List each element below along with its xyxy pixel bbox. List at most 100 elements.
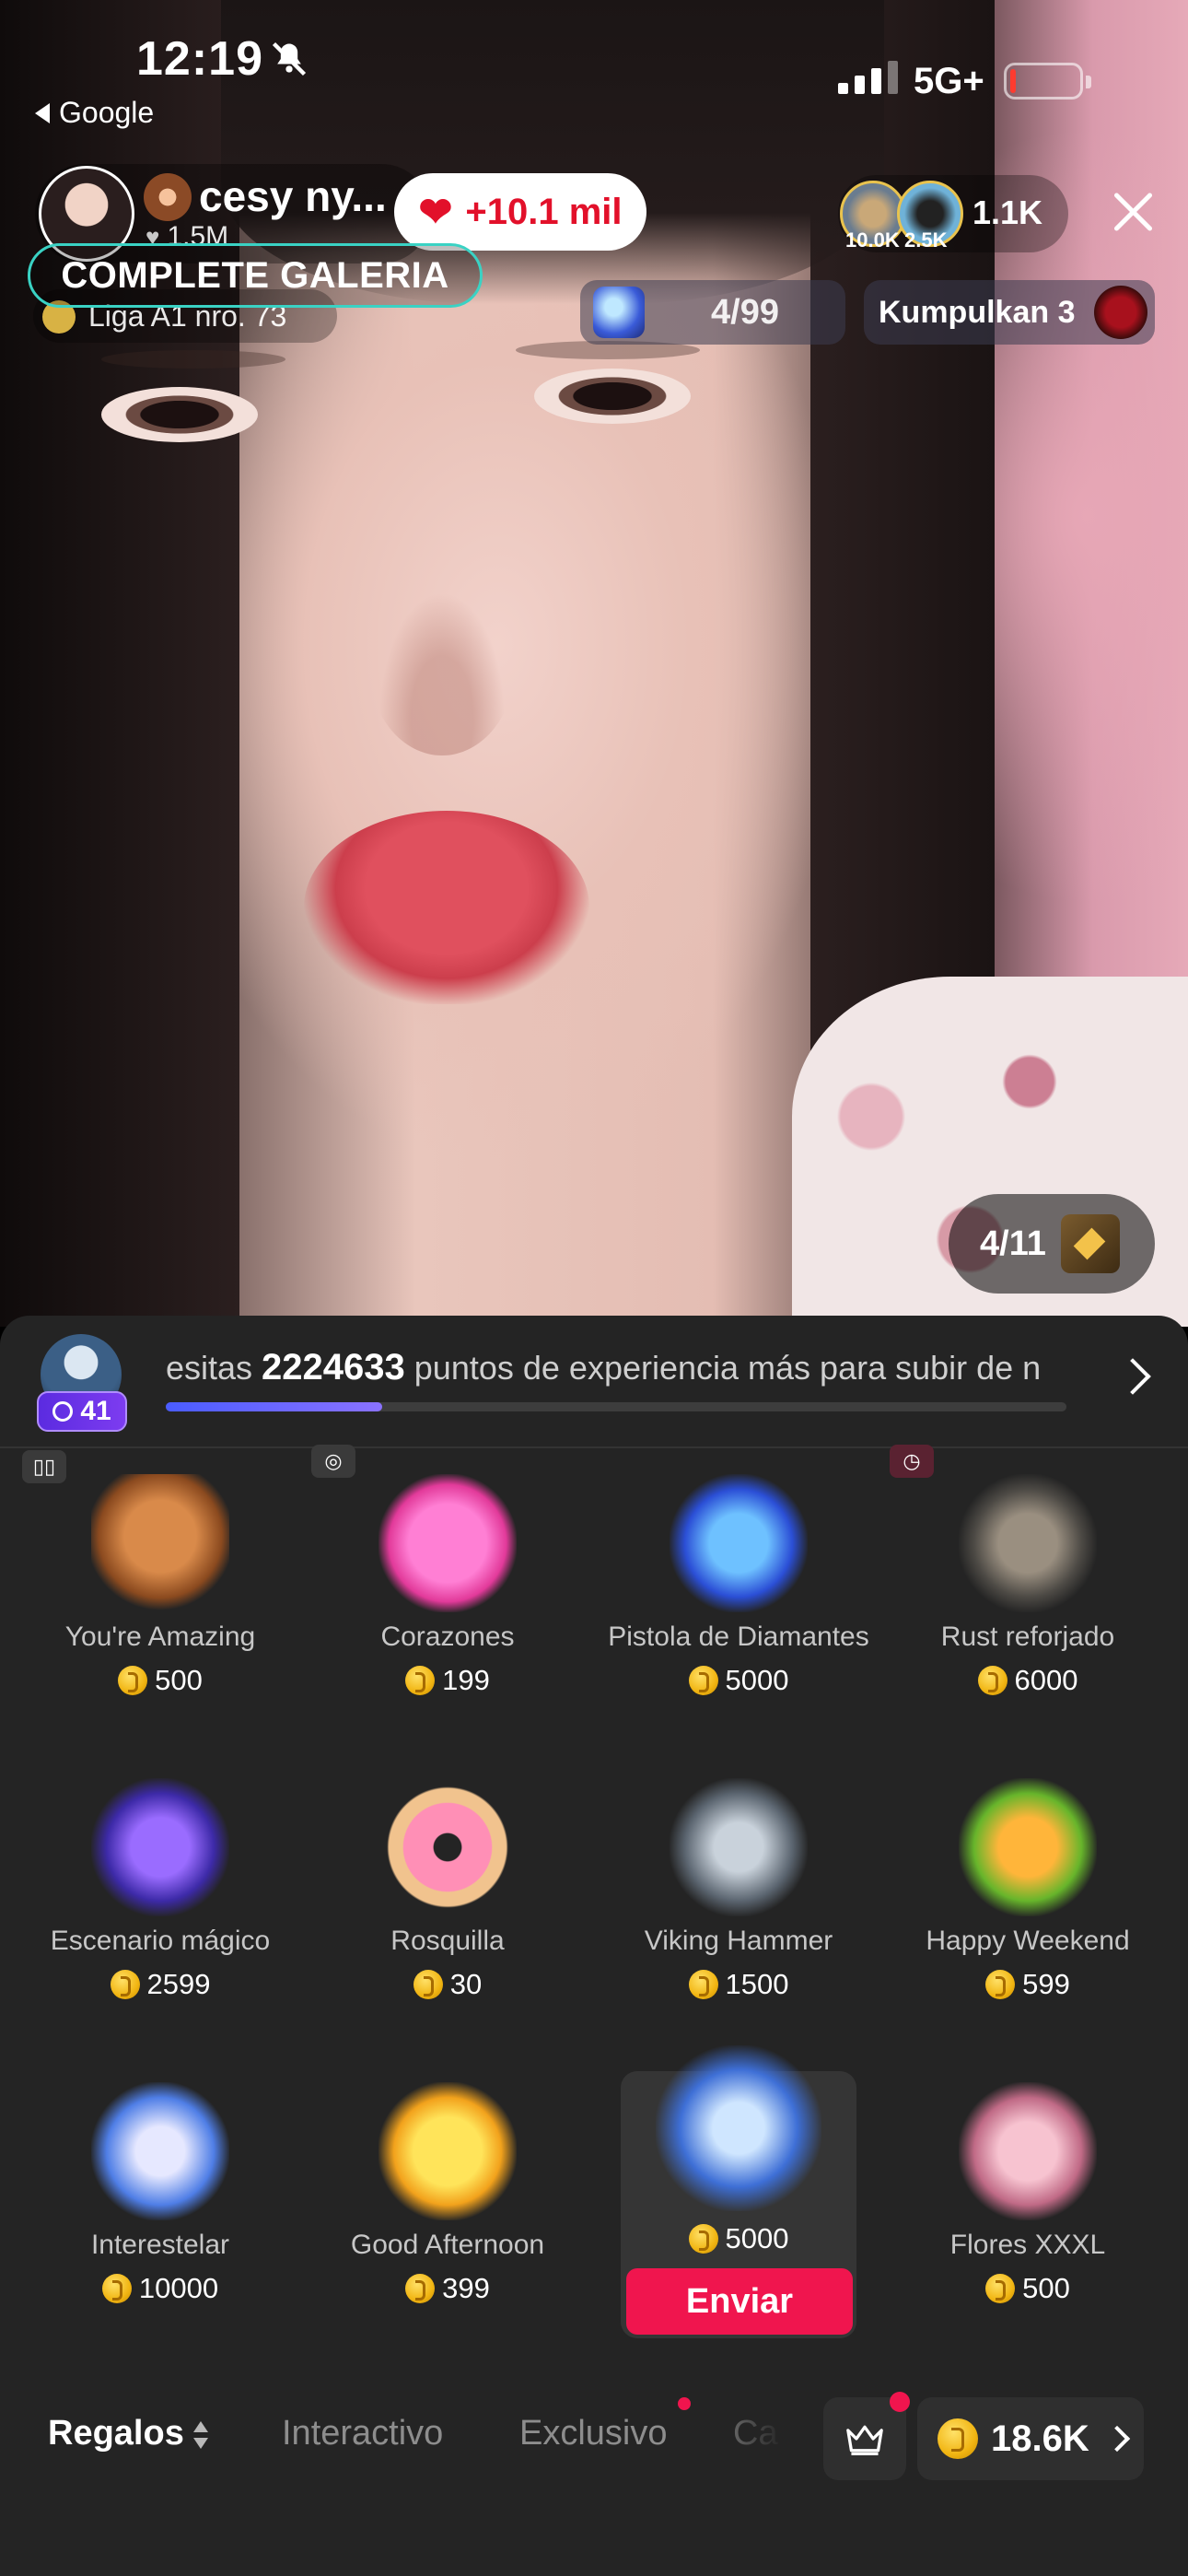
gift-price-value: 5000 xyxy=(725,2222,789,2254)
back-app-label: Google xyxy=(59,96,155,129)
bell-muted-icon xyxy=(272,41,307,76)
tab-interactivo[interactable]: Interactivo xyxy=(282,2414,443,2453)
network-type: 5G+ xyxy=(914,61,984,101)
chevron-right-icon xyxy=(1103,2425,1130,2453)
viewer-count: 1.1K xyxy=(973,193,1043,231)
coin-icon xyxy=(118,1666,148,1695)
gift-price-value: 500 xyxy=(1022,2272,1070,2304)
xp-message-pre: esitas xyxy=(166,1349,262,1387)
coin-icon xyxy=(405,1666,436,1695)
coin-icon xyxy=(413,1970,443,1999)
gift-price-value: 500 xyxy=(155,1664,203,1696)
gift-item[interactable]: Rosquilla 30 xyxy=(309,1760,586,2036)
gift-item[interactable]: Corazones 199 xyxy=(309,1456,586,1732)
notification-dot xyxy=(890,2392,910,2412)
gift-price-value: 5000 xyxy=(725,1664,789,1696)
hammer-icon xyxy=(670,1778,808,1916)
donut-badge-icon xyxy=(144,173,192,221)
gift-price: 500 xyxy=(890,2272,1166,2305)
gift-item[interactable]: Escenario mágico 2599 xyxy=(22,1760,298,2036)
happy-weekend-icon xyxy=(959,1778,1097,1916)
gift-name: Rosquilla xyxy=(390,1926,505,1956)
coin-icon xyxy=(938,2418,978,2459)
coin-icon xyxy=(110,1970,140,1999)
coin-icon xyxy=(688,1666,718,1695)
gift-price-value: 399 xyxy=(442,2272,490,2304)
gift-price: 5000 xyxy=(600,1664,877,1697)
status-time: 12:19 xyxy=(136,32,263,86)
gift-item[interactable]: Viking Hammer 1500 xyxy=(600,1760,877,2036)
galeria-label: COMPLETE GALERIA xyxy=(61,254,449,296)
gift-price: 399 xyxy=(309,2272,586,2305)
hearts-icon xyxy=(379,1474,517,1612)
coin-icon xyxy=(985,2274,1016,2303)
xp-progress-fill xyxy=(166,1402,382,1411)
gift-name: You're Amazing xyxy=(64,1622,256,1652)
gift-price: 199 xyxy=(309,1664,586,1697)
flower-bouquet-icon xyxy=(959,2082,1097,2220)
jet-planes-icon xyxy=(656,2045,821,2211)
notification-dot xyxy=(678,2397,691,2410)
signal-icon xyxy=(838,61,898,94)
astronaut-icon xyxy=(91,2082,229,2220)
gift-price-value: 10000 xyxy=(138,2272,219,2304)
gift-price-value: 2599 xyxy=(146,1968,211,2000)
gift-item[interactable]: Rust reforjado 6000 xyxy=(890,1456,1166,1732)
close-icon[interactable] xyxy=(1105,184,1160,240)
level-number: 41 xyxy=(80,1396,111,1426)
gift-price: 599 xyxy=(890,1968,1166,2001)
gift-item[interactable]: Pistola de Diamantes 5000 xyxy=(600,1456,877,1732)
dark-heart-icon xyxy=(1094,286,1147,339)
goal-progress: 4/99 xyxy=(711,292,779,332)
back-arrow-icon xyxy=(35,102,50,123)
gift-price-value: 1500 xyxy=(725,1968,789,2000)
gift-price-value: 199 xyxy=(442,1664,490,1696)
tab-exclusivo[interactable]: Exclusivo xyxy=(519,2414,668,2453)
treasure-box-pill[interactable]: 4/11 xyxy=(949,1194,1155,1294)
gift-price-value: 6000 xyxy=(1014,1664,1078,1696)
gift-price-value: 30 xyxy=(449,1968,483,2000)
tab-regalos[interactable]: Regalos xyxy=(48,2414,184,2453)
gift-name: Happy Weekend xyxy=(926,1926,1130,1956)
coin-icon xyxy=(688,2224,718,2254)
xp-message[interactable]: esitas 2224633 puntos de experiencia más… xyxy=(166,1347,1066,1388)
gift-price: 6000 xyxy=(890,1664,1166,1697)
gift-item[interactable]: You're Amazing 500 xyxy=(22,1456,298,1732)
gift-item[interactable]: Flores XXXL 500 xyxy=(890,2064,1166,2340)
robot-icon xyxy=(959,1474,1097,1612)
battery-icon xyxy=(1004,63,1091,100)
live-star-stage-icon xyxy=(91,1778,229,1916)
send-gift-button[interactable]: Enviar xyxy=(626,2268,853,2335)
teddy-bear-icon xyxy=(91,1474,229,1612)
gift-item[interactable]: Good Afternoon 399 xyxy=(309,2064,586,2340)
complete-galeria-banner[interactable]: COMPLETE GALERIA xyxy=(28,243,483,308)
coin-icon xyxy=(101,2274,132,2303)
gift-price: 30 xyxy=(309,1968,586,2001)
coin-balance-button[interactable]: 18.6K xyxy=(917,2397,1144,2480)
collect-label: Kumpulkan 3 xyxy=(879,294,1076,330)
level-badge: 41 xyxy=(37,1391,127,1432)
level-icon xyxy=(52,1401,74,1422)
gift-name: Corazones xyxy=(380,1622,515,1652)
crown-icon xyxy=(846,2425,883,2455)
goal-progress-pill[interactable]: 4/99 xyxy=(580,280,845,345)
gift-price: 2599 xyxy=(22,1968,298,2001)
gift-name: Pistola de Diamantes xyxy=(608,1622,869,1652)
gift-price: 1500 xyxy=(600,1968,877,2001)
gift-name: Rust reforjado xyxy=(940,1622,1115,1652)
host-name: cesy ny... xyxy=(199,172,387,220)
top-viewer-badge: 2.5K xyxy=(904,228,948,252)
back-to-app-link[interactable]: Google xyxy=(35,96,154,130)
gift-name: Viking Hammer xyxy=(644,1926,833,1956)
xp-points: 2224633 xyxy=(262,1347,405,1388)
coin-icon xyxy=(405,2274,436,2303)
gift-item[interactable]: Happy Weekend 599 xyxy=(890,1760,1166,2036)
gift-item[interactable]: Interestelar 10000 xyxy=(22,2064,298,2340)
coin-balance: 18.6K xyxy=(991,2418,1089,2459)
donut-icon xyxy=(379,1778,517,1916)
gift-price: 500 xyxy=(22,1664,298,1697)
diamond-gun-icon xyxy=(670,1474,808,1612)
xp-progress-bar xyxy=(166,1402,1066,1411)
red-heart-icon: ❤ xyxy=(418,189,453,235)
sort-icon[interactable] xyxy=(192,2421,210,2453)
